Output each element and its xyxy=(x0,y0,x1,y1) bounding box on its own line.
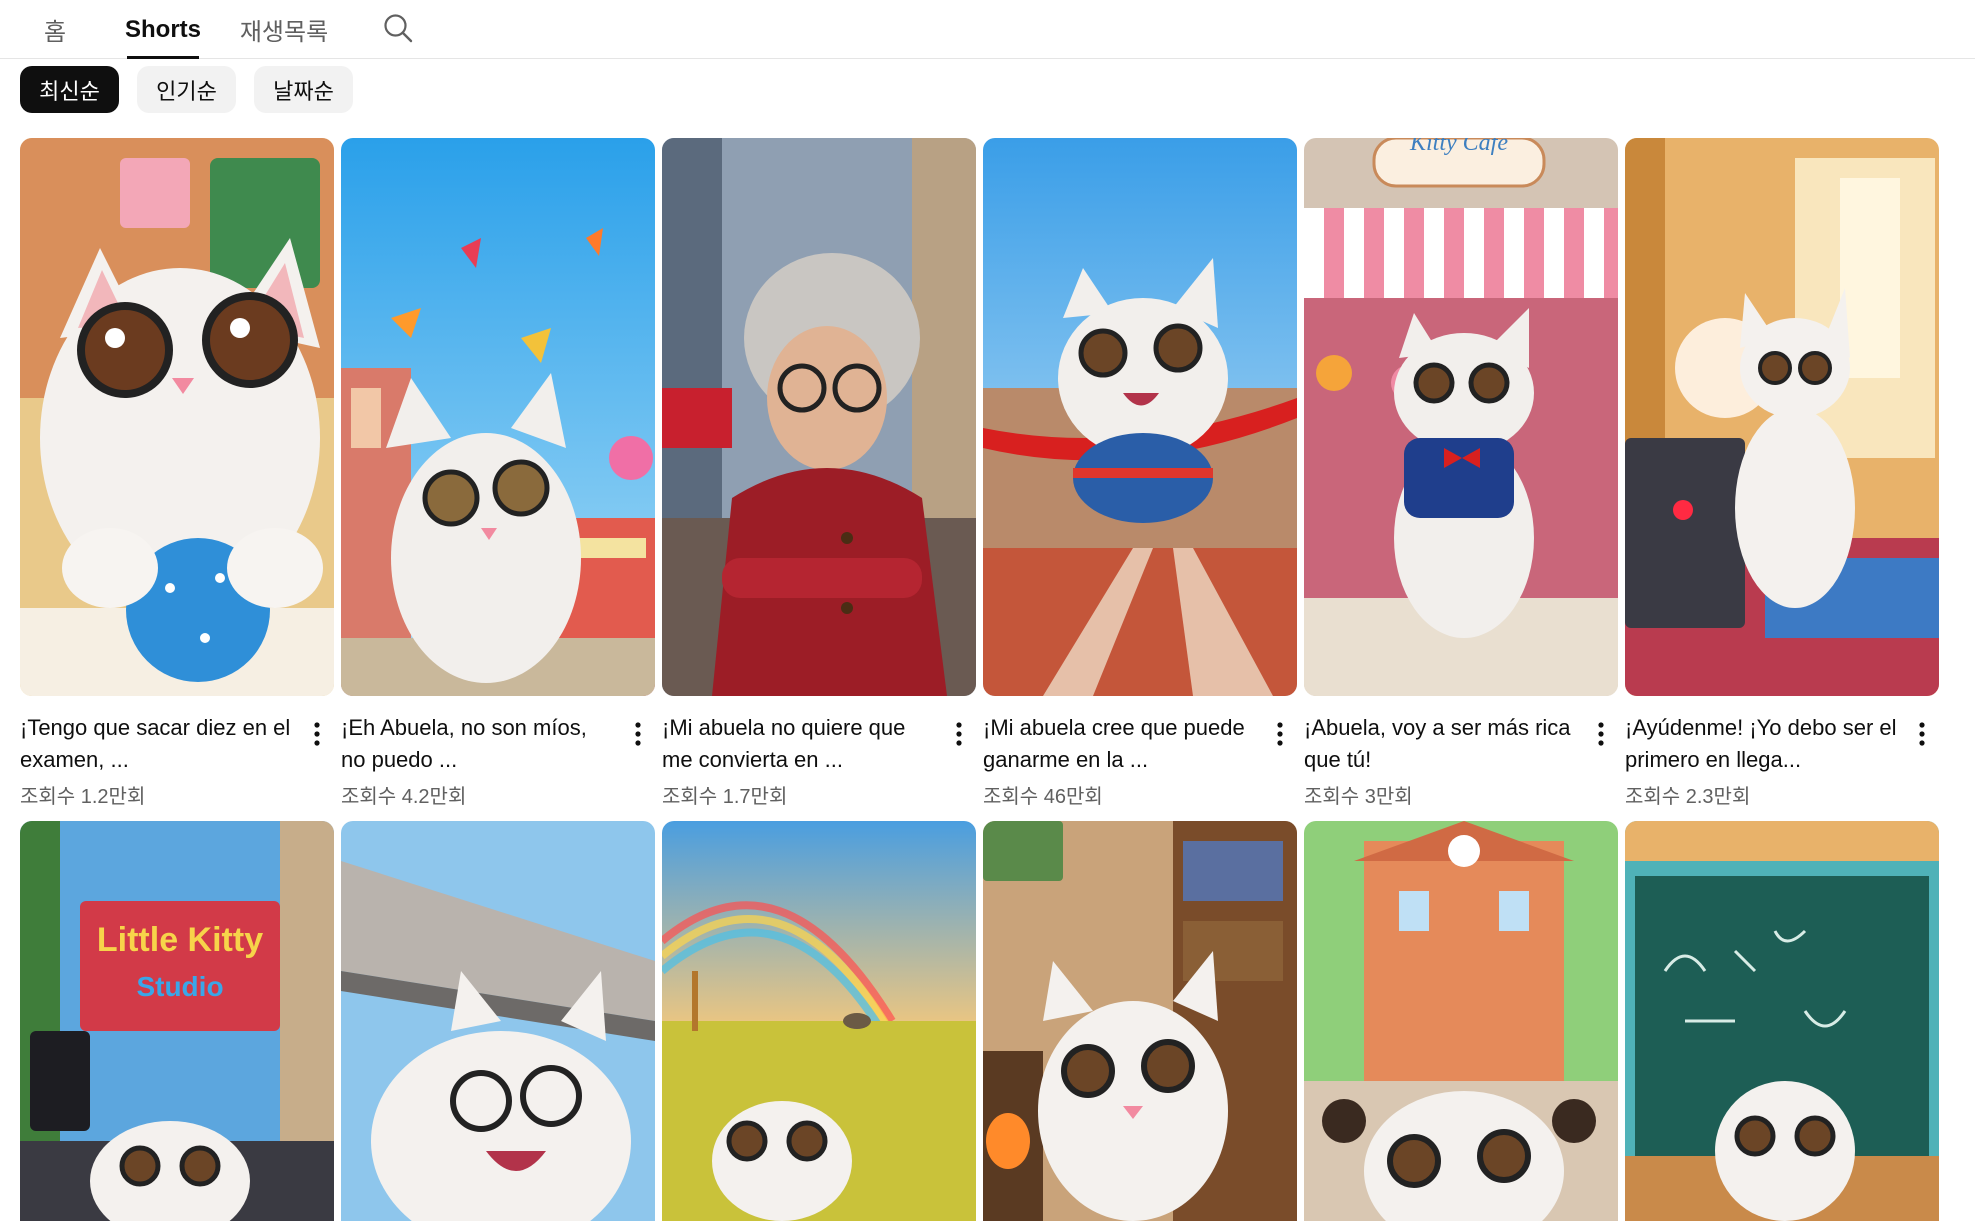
short-thumbnail[interactable]: Little Kitty Studio xyxy=(20,821,334,1221)
short-thumbnail[interactable] xyxy=(341,138,655,696)
short-thumbnail[interactable] xyxy=(1625,821,1939,1221)
more-vert-icon[interactable] xyxy=(1905,712,1939,756)
short-thumbnail[interactable]: Kitty Cafe xyxy=(1304,138,1618,696)
view-count: 조회수 4.2만회 xyxy=(341,786,467,808)
short-thumbnail[interactable] xyxy=(983,821,1297,1221)
short-title[interactable]: ¡Ayúdenme! ¡Yo debo ser el primero en ll… xyxy=(1625,712,1897,776)
short-title[interactable]: ¡Tengo que sacar diez en el examen, ... xyxy=(20,712,292,776)
tab-shorts[interactable]: Shorts xyxy=(125,0,201,59)
short-thumbnail[interactable] xyxy=(662,138,976,696)
view-count: 조회수 46만회 xyxy=(983,786,1103,808)
search-icon[interactable] xyxy=(376,6,420,50)
tab-playlists[interactable]: 재생목록 xyxy=(232,0,336,59)
view-count: 조회수 1.2만회 xyxy=(20,786,146,808)
chip-latest[interactable]: 최신순 xyxy=(20,66,119,113)
short-title[interactable]: ¡Mi abuela cree que puede ganarme en la … xyxy=(983,712,1255,776)
channel-tab-bar: 홈 Shorts 재생목록 xyxy=(0,0,1975,59)
more-vert-icon[interactable] xyxy=(621,712,655,756)
view-count: 조회수 3만회 xyxy=(1304,786,1413,808)
short-thumbnail[interactable] xyxy=(662,821,976,1221)
more-vert-icon[interactable] xyxy=(1263,712,1297,756)
chip-popular[interactable]: 인기순 xyxy=(137,66,236,113)
more-vert-icon[interactable] xyxy=(300,712,334,756)
chip-oldest[interactable]: 날짜순 xyxy=(254,66,353,113)
tab-home[interactable]: 홈 xyxy=(34,0,76,59)
short-thumbnail[interactable] xyxy=(1304,821,1618,1221)
short-title[interactable]: ¡Abuela, voy a ser más rica que tú! xyxy=(1304,712,1576,776)
short-thumbnail[interactable] xyxy=(20,138,334,696)
short-title[interactable]: ¡Eh Abuela, no son míos, no puedo ... xyxy=(341,712,613,776)
studio-sign-text: Little Kitty xyxy=(97,921,263,959)
view-count: 조회수 1.7만회 xyxy=(662,786,788,808)
view-count: 조회수 2.3만회 xyxy=(1625,786,1751,808)
short-thumbnail[interactable] xyxy=(983,138,1297,696)
studio-sign-subtext: Studio xyxy=(136,971,223,1002)
more-vert-icon[interactable] xyxy=(942,712,976,756)
short-thumbnail[interactable] xyxy=(341,821,655,1221)
short-title[interactable]: ¡Mi abuela no quiere que me convierta en… xyxy=(662,712,934,776)
cafe-sign-text: Kitty Cafe xyxy=(1409,138,1508,156)
more-vert-icon[interactable] xyxy=(1584,712,1618,756)
short-thumbnail[interactable] xyxy=(1625,138,1939,696)
